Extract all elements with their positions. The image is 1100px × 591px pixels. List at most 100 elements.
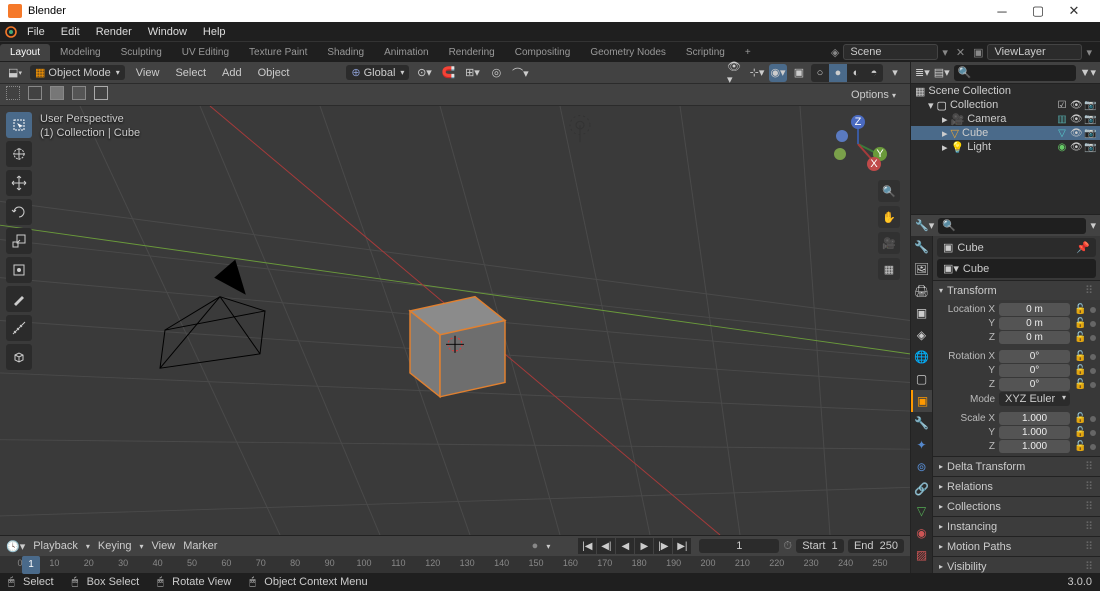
panel-delta-transform[interactable]: ▸Delta Transform⠿ xyxy=(933,456,1100,476)
tab-compositing[interactable]: Compositing xyxy=(505,44,581,61)
location-y-field[interactable]: 0 m xyxy=(999,317,1070,330)
options-dropdown[interactable]: Options ▾ xyxy=(843,87,904,103)
keyframe-next-icon[interactable]: |▶ xyxy=(654,538,672,554)
preview-range-icon[interactable]: ⏱ xyxy=(783,540,792,553)
scale-z-field[interactable]: 1.000 xyxy=(999,440,1070,453)
location-z-field[interactable]: 0 m xyxy=(999,331,1070,344)
shading-rendered-icon[interactable]: ◓ xyxy=(865,64,883,82)
tool-select-box[interactable] xyxy=(6,112,32,138)
shading-solid-icon[interactable]: ● xyxy=(829,64,847,82)
location-x-field[interactable]: 0 m xyxy=(999,303,1070,316)
lock-loc-z-icon[interactable]: 🔓 xyxy=(1074,332,1086,343)
start-frame-field[interactable]: Start 1 xyxy=(796,539,844,553)
overlays-icon[interactable]: ◉▾ xyxy=(769,64,787,82)
scene-close-icon[interactable]: ✕ xyxy=(956,46,965,59)
camera-view-icon[interactable]: 🎥 xyxy=(878,232,900,254)
rotation-x-field[interactable]: 0° xyxy=(999,350,1070,363)
select-mode-intersect-icon[interactable] xyxy=(72,86,86,103)
tool-annotate[interactable] xyxy=(6,286,32,312)
properties-search[interactable]: 🔍 xyxy=(938,218,1086,234)
outliner-editor-icon[interactable]: ≣▾ xyxy=(915,66,930,79)
editor-type-icon[interactable]: ⬓▾ xyxy=(6,64,24,82)
lock-loc-y-icon[interactable]: 🔓 xyxy=(1074,318,1086,329)
tab-modeling[interactable]: Modeling xyxy=(50,44,111,61)
autokey-icon[interactable]: ● xyxy=(532,540,539,552)
lock-rot-z-icon[interactable]: 🔓 xyxy=(1074,379,1086,390)
ptab-tool[interactable]: 🔧 xyxy=(911,236,932,258)
tab-rendering[interactable]: Rendering xyxy=(439,44,505,61)
scene-name-field[interactable]: Scene xyxy=(843,44,938,60)
ptab-collection[interactable]: ▢ xyxy=(911,368,932,390)
menu-file[interactable]: File xyxy=(20,24,52,40)
tab-layout[interactable]: Layout xyxy=(0,44,50,61)
ptab-material[interactable]: ◉ xyxy=(911,522,932,544)
tab-scripting[interactable]: Scripting xyxy=(676,44,735,61)
vp-menu-object[interactable]: Object xyxy=(253,65,295,81)
viewlayer-close-icon[interactable]: ▾ xyxy=(1086,46,1092,59)
maximize-button[interactable]: ▢ xyxy=(1020,3,1056,19)
tool-move[interactable] xyxy=(6,170,32,196)
rotation-y-field[interactable]: 0° xyxy=(999,364,1070,377)
blender-icon[interactable] xyxy=(4,25,18,39)
minimize-button[interactable]: ─ xyxy=(984,4,1020,19)
jump-end-icon[interactable]: ▶| xyxy=(673,538,691,554)
lock-scale-x-icon[interactable]: 🔓 xyxy=(1074,413,1086,424)
tool-scale[interactable] xyxy=(6,228,32,254)
panel-motion-paths[interactable]: ▸Motion Paths⠿ xyxy=(933,536,1100,556)
tool-transform[interactable] xyxy=(6,257,32,283)
menu-window[interactable]: Window xyxy=(141,24,194,40)
vp-menu-view[interactable]: View xyxy=(131,65,165,81)
ptab-particles[interactable]: ✦ xyxy=(911,434,932,456)
rotation-z-field[interactable]: 0° xyxy=(999,378,1070,391)
anim-dot[interactable] xyxy=(1090,307,1096,313)
outliner-search[interactable]: 🔍 xyxy=(954,65,1076,81)
tool-add-primitive[interactable] xyxy=(6,344,32,370)
ptab-mesh[interactable]: ▽ xyxy=(911,500,932,522)
outliner-tree[interactable]: ▦Scene Collection ▾▢Collection☑👁📷 ▸🎥Came… xyxy=(911,84,1100,214)
close-button[interactable]: ✕ xyxy=(1056,3,1092,19)
properties-options-icon[interactable]: ▾ xyxy=(1090,219,1096,232)
mode-selector[interactable]: ▦Object Mode▾ xyxy=(30,65,125,80)
tab-shading[interactable]: Shading xyxy=(317,44,374,61)
panel-collections[interactable]: ▸Collections⠿ xyxy=(933,496,1100,516)
panel-relations[interactable]: ▸Relations⠿ xyxy=(933,476,1100,496)
outliner-display-icon[interactable]: ▤▾ xyxy=(934,66,950,79)
tab-sculpting[interactable]: Sculpting xyxy=(111,44,172,61)
play-icon[interactable]: ▶ xyxy=(635,538,653,554)
menu-render[interactable]: Render xyxy=(89,24,139,40)
select-mode-invert-icon[interactable] xyxy=(94,86,108,103)
timeline-editor-icon[interactable]: 🕓▾ xyxy=(6,540,25,553)
tab-animation[interactable]: Animation xyxy=(374,44,438,61)
viewport-3d[interactable]: User Perspective (1) Collection | Cube Z… xyxy=(0,106,910,535)
current-frame-field[interactable]: 1 xyxy=(699,539,779,553)
vp-menu-add[interactable]: Add xyxy=(217,65,247,81)
orientation-selector[interactable]: ⊕Global▾ xyxy=(346,65,409,80)
scale-y-field[interactable]: 1.000 xyxy=(999,426,1070,439)
shading-options-icon[interactable]: ▾ xyxy=(886,64,904,82)
ptab-viewlayer[interactable]: ▣ xyxy=(911,302,932,324)
outliner-item-camera[interactable]: ▸🎥Camera▥👁📷 xyxy=(911,112,1100,126)
ptab-scene[interactable]: ◈ xyxy=(911,324,932,346)
snap-target-icon[interactable]: ⊞▾ xyxy=(463,64,481,82)
panel-transform[interactable]: ▾Transform⠿ xyxy=(933,280,1100,300)
ptab-output[interactable]: 🖨 xyxy=(911,280,932,302)
tool-cursor[interactable] xyxy=(6,141,32,167)
ptab-physics[interactable]: ⊚ xyxy=(911,456,932,478)
ptab-modifiers[interactable]: 🔧 xyxy=(911,412,932,434)
menu-help[interactable]: Help xyxy=(196,24,233,40)
menu-edit[interactable]: Edit xyxy=(54,24,87,40)
tl-view[interactable]: View xyxy=(152,540,176,552)
ptab-render[interactable]: 🖼 xyxy=(911,258,932,280)
perspective-icon[interactable]: ▦ xyxy=(878,258,900,280)
tab-texture-paint[interactable]: Texture Paint xyxy=(239,44,317,61)
tl-marker[interactable]: Marker xyxy=(183,540,217,552)
lock-scale-z-icon[interactable]: 🔓 xyxy=(1074,441,1086,452)
jump-start-icon[interactable]: |◀ xyxy=(578,538,596,554)
ptab-world[interactable]: 🌐 xyxy=(911,346,932,368)
outliner-item-light[interactable]: ▸💡Light◉👁📷 xyxy=(911,140,1100,154)
panel-instancing[interactable]: ▸Instancing⠿ xyxy=(933,516,1100,536)
ptab-object[interactable]: ▣ xyxy=(911,390,932,412)
panel-visibility[interactable]: ▸Visibility⠿ xyxy=(933,556,1100,573)
ptab-constraints[interactable]: 🔗 xyxy=(911,478,932,500)
tool-measure[interactable] xyxy=(6,315,32,341)
